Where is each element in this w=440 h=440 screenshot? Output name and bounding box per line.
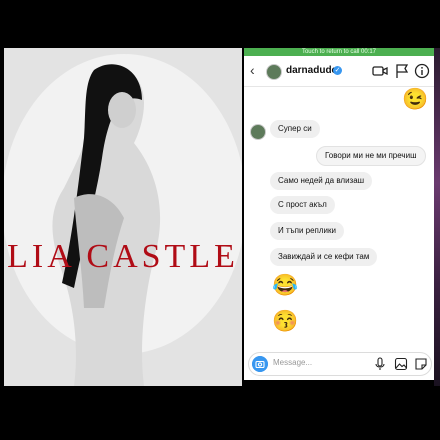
message-bubble: И тъпи реплики (270, 222, 344, 240)
poster-photo-figure (52, 64, 161, 386)
background-photo-strip (434, 48, 440, 386)
microphone-icon[interactable] (373, 357, 387, 371)
message-composer[interactable]: Message... (248, 352, 432, 376)
message-emoji: 😂 (272, 274, 299, 297)
call-status-bar[interactable]: Touch to return to call 00:17 (244, 48, 434, 56)
chat-username[interactable]: darnadude (286, 65, 337, 76)
chat-header: ‹ darnadude ✓ (244, 56, 434, 87)
phone-screenshot: Touch to return to call 00:17 ‹ darnadud… (244, 48, 434, 380)
message-emoji: 😚 (272, 310, 299, 333)
message-emoji: 😉 (402, 88, 429, 111)
message-bubble: Завиждай и се кефи там (270, 248, 378, 266)
message-bubble: Само недей да влизаш (270, 172, 373, 190)
sender-avatar[interactable] (250, 124, 266, 140)
back-arrow-icon[interactable]: ‹ (250, 62, 255, 78)
gallery-icon[interactable] (394, 357, 408, 371)
video-call-icon[interactable] (372, 63, 388, 79)
message-bubble: С прост акъл (270, 196, 335, 214)
sticker-icon[interactable] (414, 357, 428, 371)
camera-icon[interactable] (252, 356, 268, 372)
message-bubble-sent: Говори ми не ми пречиш (316, 146, 426, 166)
avatar[interactable] (266, 64, 282, 80)
message-input[interactable]: Message... (273, 358, 312, 367)
info-icon[interactable] (414, 63, 430, 79)
flag-icon[interactable] (394, 63, 410, 79)
poster-title: LIA CASTLE (7, 238, 239, 275)
message-bubble: Супер си (270, 120, 320, 138)
verified-badge-icon: ✓ (333, 66, 342, 75)
album-poster: LIA CASTLE (4, 48, 242, 386)
